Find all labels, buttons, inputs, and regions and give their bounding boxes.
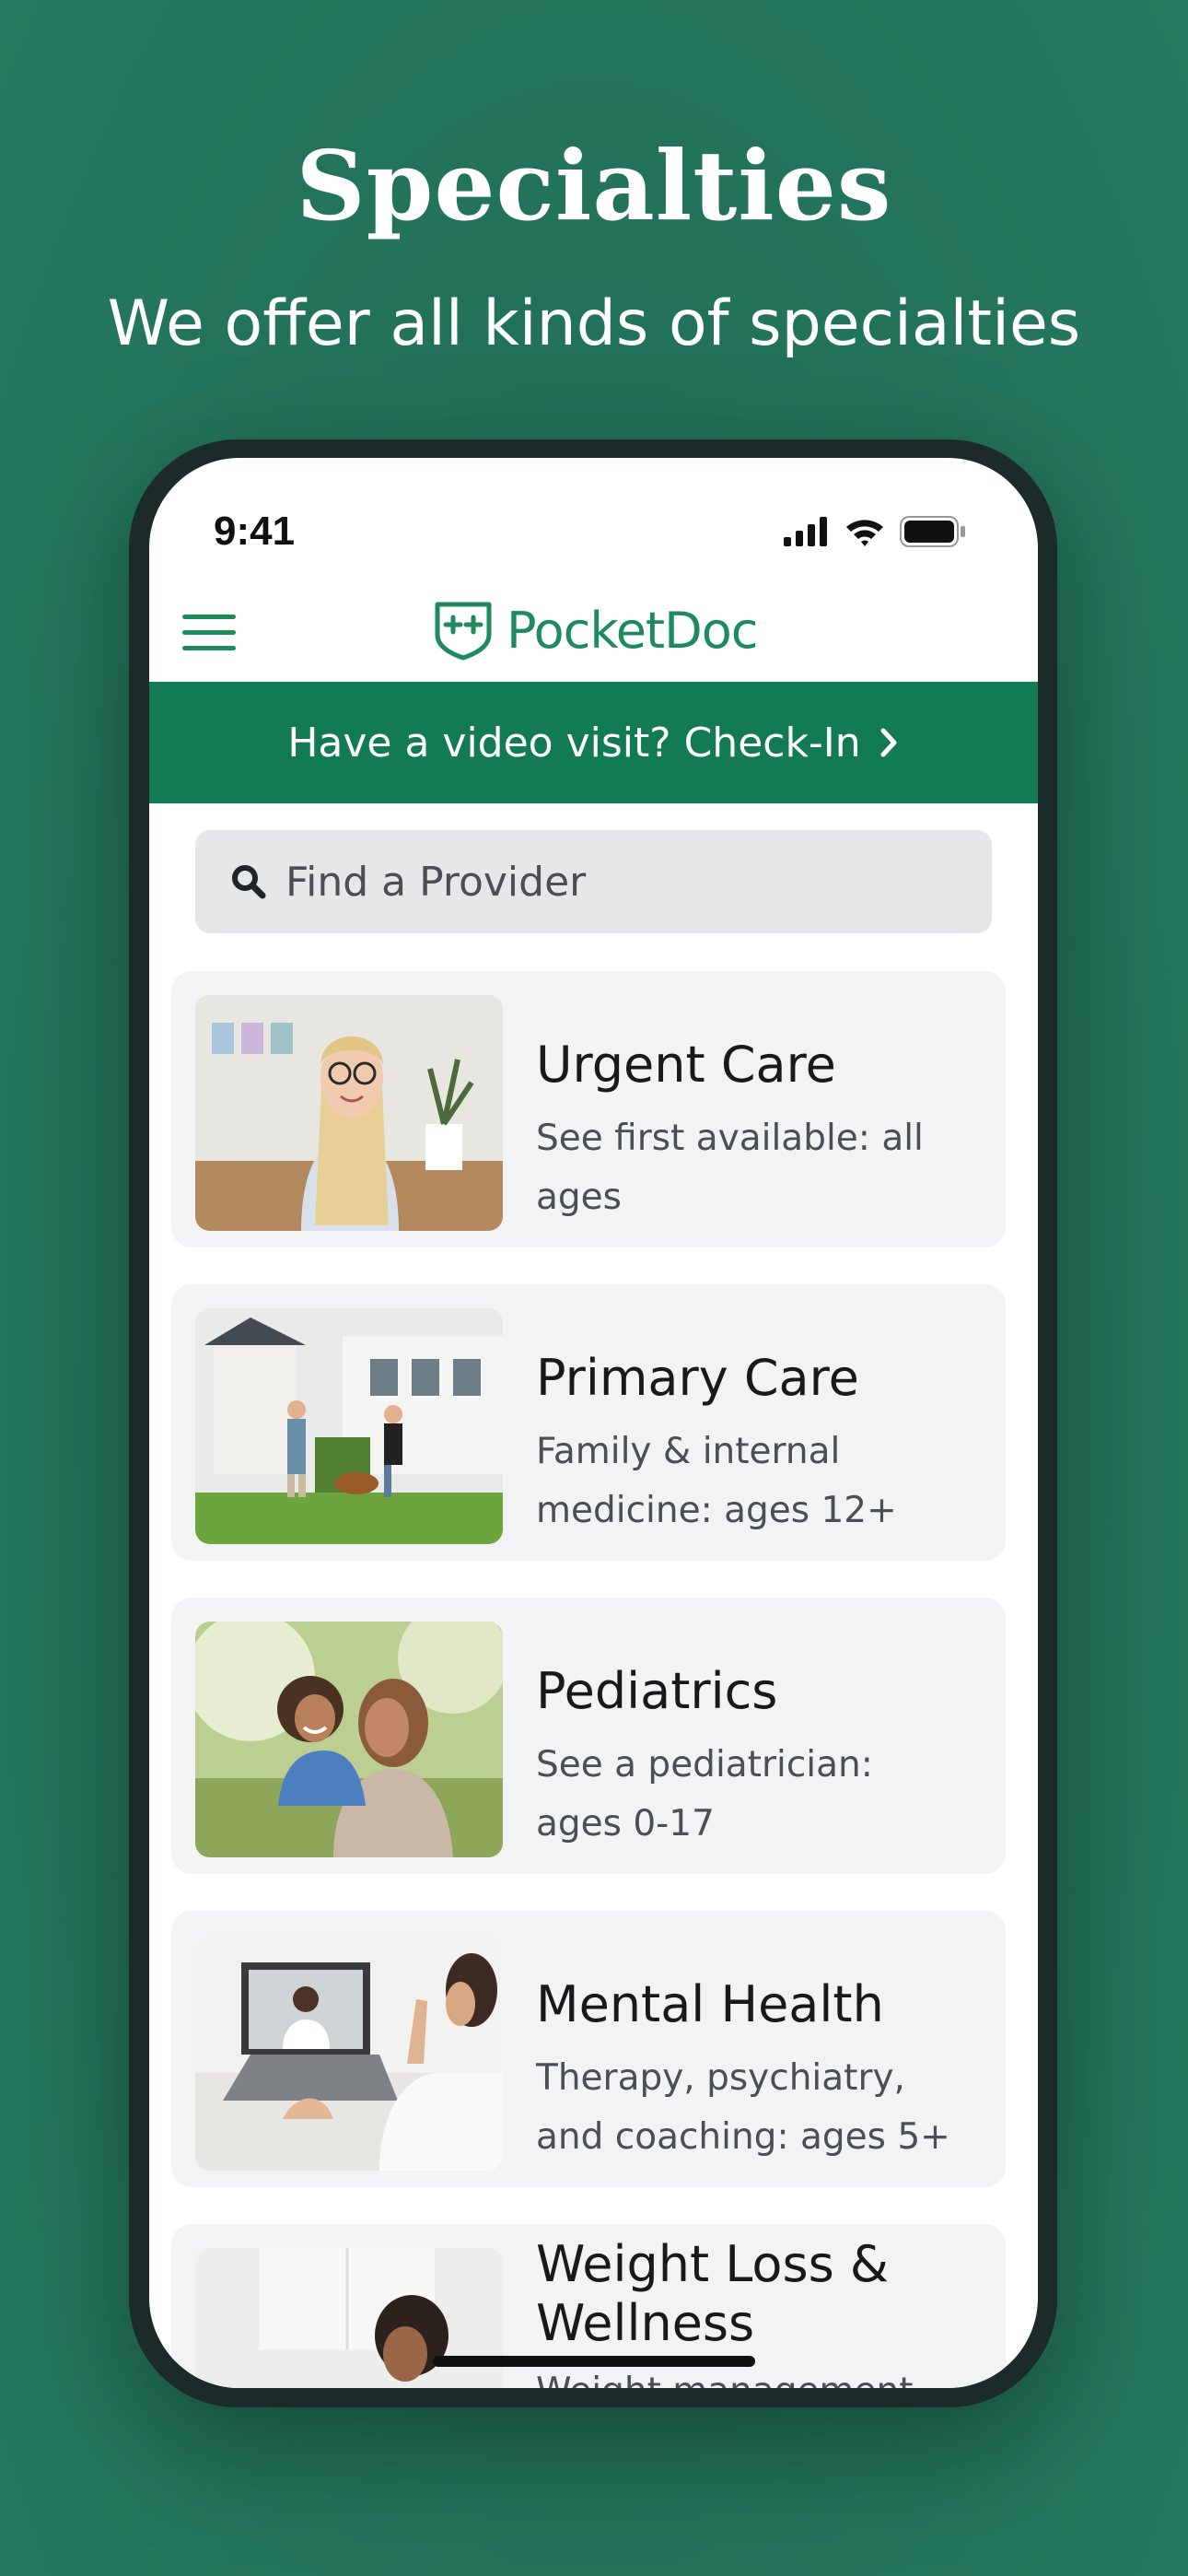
home-indicator[interactable] [433,2356,755,2367]
smiling-woman-glasses-photo [195,995,503,1231]
promo-subtitle: We offer all kinds of specialties [107,287,1081,360]
search-input[interactable] [284,857,987,907]
wifi-icon [846,520,883,546]
family-yard-dog-photo [195,1308,503,1544]
specialty-title: Mental Health [536,1975,884,2033]
app-header: PocketDoc [149,587,1038,682]
specialty-title: Weight Loss & Wellness [536,2235,890,2352]
status-time: 9:41 [214,509,296,554]
specialty-card-mental-health[interactable]: Mental Health Therapy, psychiatry, and c… [171,1911,1006,2187]
battery-icon [900,516,965,547]
chevron-right-icon [880,728,897,757]
specialty-title: Urgent Care [536,1036,836,1094]
specialty-title: Pediatrics [536,1662,778,1720]
mother-child-piggyback-photo [195,1622,503,1857]
specialty-description: See first available: all ages [536,1118,924,1218]
checkin-label: Have a video visit? Check-In [287,719,861,767]
medical-shield-icon [435,602,492,661]
specialty-card-primary-care[interactable]: Primary Care Family & internal medicine:… [171,1284,1006,1561]
woman-kitchen-photo [195,2248,503,2388]
find-provider-search[interactable] [195,830,992,933]
promo-title: Specialties [296,129,892,242]
video-checkin-banner[interactable]: Have a video visit? Check-In [149,682,1038,803]
hamburger-menu-icon[interactable] [182,611,238,655]
specialty-card-urgent-care[interactable]: Urgent Care See first available: all age… [171,971,1006,1247]
app-logo: PocketDoc [433,598,758,662]
video-call-laptop-photo [195,1935,503,2171]
specialty-title: Primary Care [536,1349,859,1407]
cellular-signal-icon [784,517,827,546]
phone-screen: 9:41 PocketDoc Have a video visit? Check… [149,458,1038,2388]
search-icon [232,865,266,899]
specialty-card-pediatrics[interactable]: Pediatrics See a pediatrician: ages 0-17 [171,1598,1006,1874]
specialty-description: Family & internal medicine: ages 12+ [536,1431,897,1531]
specialty-description: See a pediatrician: ages 0-17 [536,1744,873,1844]
status-icons [784,513,966,550]
status-bar: 9:41 [149,458,1038,587]
logo-text: PocketDoc [507,601,758,660]
specialty-description: Therapy, psychiatry, and coaching: ages … [536,2057,950,2158]
